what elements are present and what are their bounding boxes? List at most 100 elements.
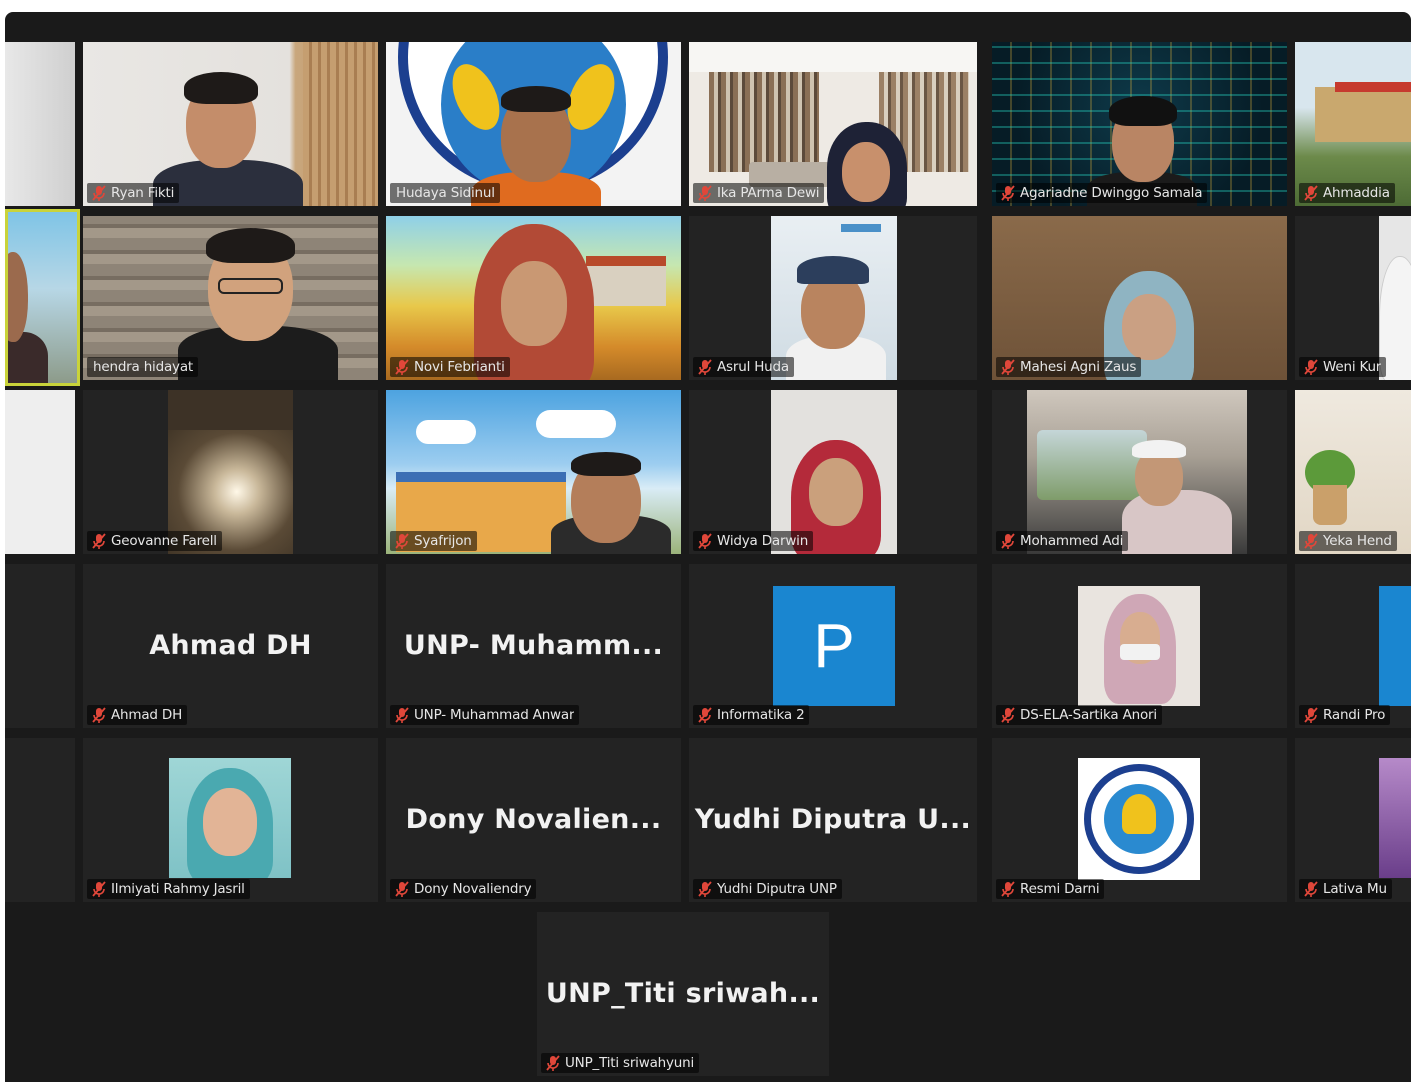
- participant-tile-partial-left-r1[interactable]: [5, 42, 75, 206]
- participant-tile[interactable]: Ahmaddia: [1295, 42, 1411, 206]
- participant-name-tag: Syafrijon: [390, 531, 477, 551]
- participant-tile[interactable]: Mahesi Agni Zaus: [992, 216, 1287, 380]
- microphone-muted-icon: [395, 359, 409, 375]
- participant-display-name: Dony Novalien...: [405, 804, 662, 835]
- participant-name: Resmi Darni: [1020, 881, 1100, 897]
- participant-name: Ahmaddia: [1323, 185, 1390, 201]
- participant-name: Widya Darwin: [717, 533, 809, 549]
- participant-display-name: Yudhi Diputra U...: [694, 804, 972, 835]
- video-feed: [1295, 390, 1411, 554]
- participant-name-tag: Ilmiyati Rahmy Jasril: [87, 879, 250, 899]
- participant-tile-active-speaker[interactable]: [5, 209, 80, 386]
- microphone-muted-icon: [698, 881, 712, 897]
- microphone-muted-icon: [92, 707, 106, 723]
- participant-name-tag: Novi Febrianti: [390, 357, 510, 377]
- participant-name-tag: DS-ELA-Sartika Anori: [996, 705, 1162, 725]
- microphone-muted-icon: [698, 185, 712, 201]
- participant-tile[interactable]: Lativa Mu: [1295, 738, 1411, 902]
- participant-tile-partial-left-r4[interactable]: [5, 564, 75, 728]
- microphone-muted-icon: [1304, 185, 1318, 201]
- video-feed: [83, 216, 378, 380]
- participant-tile[interactable]: UNP_Titi sriwah... UNP_Titi sriwahyuni: [537, 912, 829, 1076]
- participant-tile[interactable]: P Informatika 2: [689, 564, 977, 728]
- participant-tile[interactable]: hendra hidayat: [83, 216, 378, 380]
- participant-tile[interactable]: Yudhi Diputra U... Yudhi Diputra UNP: [689, 738, 977, 902]
- microphone-muted-icon: [395, 533, 409, 549]
- microphone-muted-icon: [1304, 881, 1318, 897]
- participant-tile[interactable]: Dony Novalien... Dony Novaliendry: [386, 738, 681, 902]
- microphone-muted-icon: [1001, 707, 1015, 723]
- participant-tile[interactable]: Randi Pro: [1295, 564, 1411, 728]
- participant-name: Randi Pro: [1323, 707, 1386, 723]
- participant-tile[interactable]: Yeka Hend: [1295, 390, 1411, 554]
- video-feed: [992, 42, 1287, 206]
- participant-name: Geovanne Farell: [111, 533, 217, 549]
- participant-tile[interactable]: Geovanne Farell: [83, 390, 378, 554]
- participant-name: Informatika 2: [717, 707, 805, 723]
- participant-name-tag: Geovanne Farell: [87, 531, 222, 551]
- participant-tile[interactable]: Weni Kur: [1295, 216, 1411, 380]
- participant-tile[interactable]: Ilmiyati Rahmy Jasril: [83, 738, 378, 902]
- participant-name-tag: Resmi Darni: [996, 879, 1105, 899]
- participant-tile[interactable]: Resmi Darni: [992, 738, 1287, 902]
- participant-name-tag: UNP_Titi sriwahyuni: [541, 1053, 700, 1073]
- microphone-muted-icon: [698, 359, 712, 375]
- microphone-muted-icon: [395, 881, 409, 897]
- microphone-muted-icon: [698, 533, 712, 549]
- participant-name: Lativa Mu: [1323, 881, 1387, 897]
- participant-name-tag: Yeka Hend: [1299, 531, 1397, 551]
- participant-display-name: UNP- Muhamm...: [403, 630, 664, 661]
- profile-photo: [1078, 586, 1200, 706]
- participant-tile-partial-left-r5[interactable]: [5, 738, 75, 902]
- microphone-muted-icon: [546, 1055, 560, 1071]
- participant-name: Mahesi Agni Zaus: [1020, 359, 1137, 375]
- participant-name: Ryan Fikti: [111, 185, 175, 201]
- microphone-muted-icon: [1304, 533, 1318, 549]
- participant-name-tag: Dony Novaliendry: [390, 879, 537, 899]
- participant-name-tag: Mahesi Agni Zaus: [996, 357, 1142, 377]
- video-feed: [386, 42, 681, 206]
- video-feed: [386, 390, 681, 554]
- participant-tile[interactable]: Ahmad DH Ahmad DH: [83, 564, 378, 728]
- avatar: [1379, 586, 1411, 706]
- participant-name: Ilmiyati Rahmy Jasril: [111, 881, 245, 897]
- participant-tile[interactable]: Novi Febrianti: [386, 216, 681, 380]
- participant-name: Ika PArma Dewi: [717, 185, 820, 201]
- participant-tile[interactable]: Mohammed Adi: [992, 390, 1287, 554]
- participant-name: Weni Kur: [1323, 359, 1382, 375]
- participant-name: Yeka Hend: [1323, 533, 1392, 549]
- participant-name-tag: Hudaya Sidinul: [390, 183, 500, 203]
- participant-name-tag: Randi Pro: [1299, 705, 1391, 725]
- participant-name: Mohammed Adi: [1020, 533, 1124, 549]
- participant-tile[interactable]: Agariadne Dwinggo Samala: [992, 42, 1287, 206]
- participant-tile[interactable]: Ika PArma Dewi: [689, 42, 977, 206]
- video-feed: [771, 390, 897, 554]
- participant-tile[interactable]: Hudaya Sidinul: [386, 42, 681, 206]
- participant-tile[interactable]: DS-ELA-Sartika Anori: [992, 564, 1287, 728]
- participant-name: Syafrijon: [414, 533, 472, 549]
- participant-tile[interactable]: Syafrijon: [386, 390, 681, 554]
- participant-display-name: UNP_Titi sriwah...: [545, 978, 821, 1009]
- video-feed: [771, 216, 897, 380]
- avatar-letter: P: [813, 611, 855, 681]
- university-logo: [1078, 758, 1200, 880]
- participant-tile[interactable]: Asrul Huda: [689, 216, 977, 380]
- participant-name: DS-ELA-Sartika Anori: [1020, 707, 1157, 723]
- microphone-muted-icon: [1304, 359, 1318, 375]
- video-feed: [689, 42, 977, 206]
- participant-tile[interactable]: UNP- Muhamm... UNP- Muhammad Anwar: [386, 564, 681, 728]
- video-feed: [8, 212, 77, 383]
- microphone-muted-icon: [92, 533, 106, 549]
- participant-name: Dony Novaliendry: [414, 881, 532, 897]
- participant-name: Agariadne Dwinggo Samala: [1020, 185, 1203, 201]
- video-feed: [83, 42, 378, 206]
- participant-tile-partial-left-r3[interactable]: [5, 390, 75, 554]
- participant-name-tag: Asrul Huda: [693, 357, 794, 377]
- participant-name-tag: Agariadne Dwinggo Samala: [996, 183, 1208, 203]
- microphone-muted-icon: [1001, 881, 1015, 897]
- participant-name: UNP- Muhammad Anwar: [414, 707, 575, 723]
- participant-tile[interactable]: Widya Darwin: [689, 390, 977, 554]
- microphone-muted-icon: [395, 707, 409, 723]
- participant-name-tag: Lativa Mu: [1299, 879, 1392, 899]
- participant-tile[interactable]: Ryan Fikti: [83, 42, 378, 206]
